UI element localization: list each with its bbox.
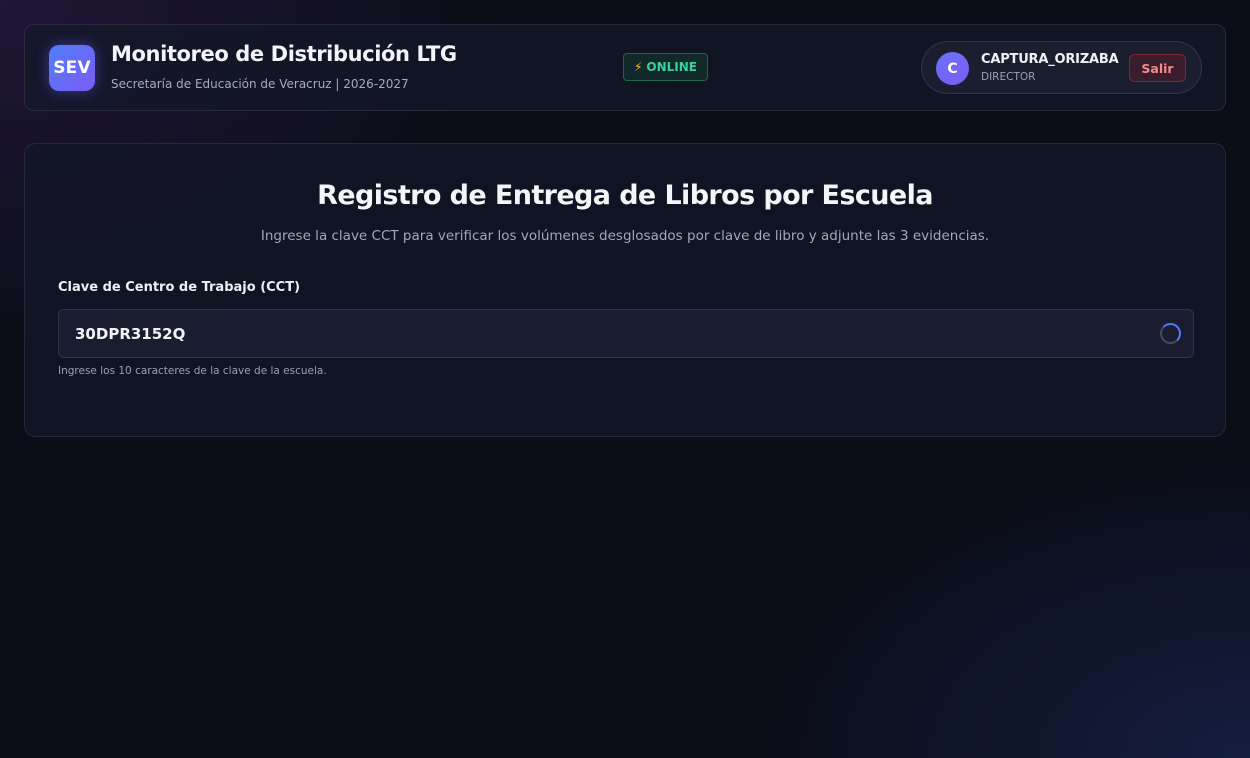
online-status-badge: ⚡ ONLINE — [623, 53, 708, 81]
cct-field-label: Clave de Centro de Trabajo (CCT) — [58, 280, 301, 295]
app-subtitle: Secretaría de Educación de Veracruz | 20… — [111, 77, 409, 91]
cct-field-hint: Ingrese los 10 caracteres de la clave de… — [58, 365, 327, 377]
sev-logo: SEV — [49, 45, 95, 91]
page-title: Registro de Entrega de Libros por Escuel… — [317, 180, 933, 211]
logout-button[interactable]: Salir — [1129, 54, 1186, 82]
status-label: ONLINE — [646, 60, 698, 74]
user-role: DIRECTOR — [981, 71, 1036, 83]
lightning-bolt-icon: ⚡ — [633, 60, 643, 74]
app-header: SEV Monitoreo de Distribución LTG Secret… — [24, 24, 1226, 111]
user-menu: C CAPTURA_ORIZABA DIRECTOR Salir — [921, 41, 1202, 94]
loading-spinner-icon — [1160, 323, 1181, 344]
user-name: CAPTURA_ORIZABA — [981, 52, 1119, 67]
app-title: Monitoreo de Distribución LTG — [111, 42, 457, 66]
page-subtitle: Ingrese la clave CCT para verificar los … — [260, 228, 990, 244]
cct-input-wrapper — [58, 309, 1194, 358]
cct-input[interactable] — [59, 310, 1139, 357]
avatar-initial: C — [947, 60, 958, 77]
user-avatar: C — [936, 52, 969, 85]
logo-text: SEV — [53, 58, 91, 78]
delivery-registration-card: Registro de Entrega de Libros por Escuel… — [24, 143, 1226, 437]
